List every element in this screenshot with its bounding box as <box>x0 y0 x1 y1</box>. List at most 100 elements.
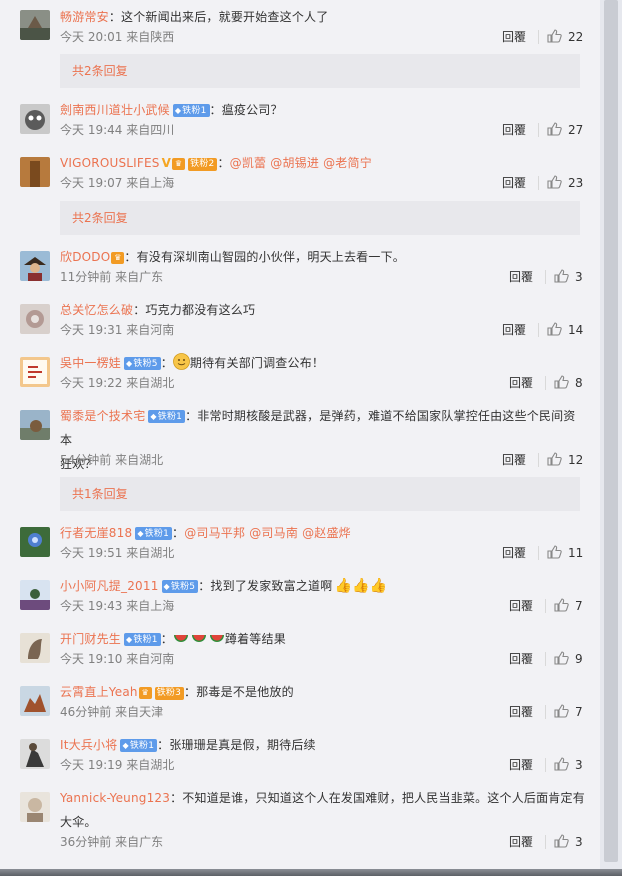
thumbs-up-icon <box>547 122 562 136</box>
like-button[interactable]: 14 <box>547 322 583 338</box>
reply-button[interactable]: 回覆 <box>509 651 533 667</box>
mention-link[interactable]: @胡锡进 <box>270 156 319 170</box>
fan-badge[interactable]: ◆铁粉5 <box>124 357 161 370</box>
comment-text: ：这个新闻出来后，就要开始查这个人了 <box>108 10 329 24</box>
replies-toggle[interactable]: 共2条回复 <box>60 54 580 88</box>
reply-button[interactable]: 回覆 <box>509 757 533 773</box>
like-count: 27 <box>568 123 584 137</box>
fan-badge[interactable]: ◆铁粉1 <box>148 410 186 423</box>
thumbs-up-icon <box>547 322 562 336</box>
fan-badge[interactable]: ◆铁粉5 <box>161 580 199 593</box>
mention-link[interactable]: @司马平邦 <box>184 526 245 540</box>
action-divider <box>545 705 546 719</box>
comment-username[interactable]: 吳中一楞娃 <box>60 356 121 370</box>
replies-toggle[interactable]: 共1条回复 <box>60 477 580 511</box>
action-divider <box>538 546 539 560</box>
comment-meta: 今天 19:31 来自河南 <box>60 323 175 337</box>
reply-button[interactable]: 回覆 <box>509 269 533 285</box>
like-count: 3 <box>575 758 583 772</box>
reply-button[interactable]: 回覆 <box>509 834 533 850</box>
avatar[interactable] <box>20 633 50 663</box>
reply-button[interactable]: 回覆 <box>509 598 533 614</box>
comment-username[interactable]: 劍南西川道壮小武候 <box>60 103 170 117</box>
reply-button[interactable]: 回覆 <box>502 545 526 561</box>
avatar[interactable] <box>20 357 50 387</box>
like-button[interactable]: 7 <box>554 704 583 720</box>
reply-button[interactable]: 回覆 <box>502 452 526 468</box>
avatar[interactable] <box>20 410 50 440</box>
thumbs-up-icon <box>547 175 562 189</box>
avatar[interactable] <box>20 739 50 769</box>
avatar[interactable] <box>20 792 50 822</box>
action-divider <box>545 270 546 284</box>
reply-button[interactable]: 回覆 <box>502 322 526 338</box>
like-count: 11 <box>568 546 584 560</box>
like-button[interactable]: 23 <box>547 175 583 191</box>
diamond-icon: ◆ <box>137 529 144 538</box>
avatar[interactable] <box>20 527 50 557</box>
like-button[interactable]: 11 <box>547 545 583 561</box>
comment-username[interactable]: 总关忆怎么破 <box>60 303 133 317</box>
replies-toggle[interactable]: 共2条回复 <box>60 201 580 235</box>
like-button[interactable]: 12 <box>547 452 583 468</box>
fan-badge[interactable]: 铁粉2 <box>188 158 218 171</box>
action-divider <box>545 835 546 849</box>
mention-link[interactable]: @凯蕾 <box>230 156 267 170</box>
comment-username[interactable]: VIGOROUSLIFES <box>60 156 160 170</box>
reply-button[interactable]: 回覆 <box>509 704 533 720</box>
vertical-scrollbar[interactable] <box>600 0 622 876</box>
reply-button[interactable]: 回覆 <box>502 122 526 138</box>
comment-meta: 54分钟前 来自湖北 <box>60 453 164 467</box>
like-button[interactable]: 7 <box>554 598 583 614</box>
comment-text: ：有没有深圳南山智园的小伙伴，明天上去看一下。 <box>124 250 405 264</box>
fan-badge[interactable]: ◆铁粉1 <box>135 527 172 540</box>
crown-icon: ♛ <box>172 158 186 170</box>
reply-button[interactable]: 回覆 <box>502 29 526 45</box>
reply-button[interactable]: 回覆 <box>509 375 533 391</box>
colon-text: ： <box>160 632 173 646</box>
crown-icon: ♛ <box>111 252 125 264</box>
comment-username[interactable]: 欣DODO <box>60 250 110 264</box>
reply-button[interactable]: 回覆 <box>502 175 526 191</box>
mention-link[interactable]: @司马南 <box>249 526 298 540</box>
avatar[interactable] <box>20 251 50 281</box>
avatar[interactable] <box>20 304 50 334</box>
like-button[interactable]: 27 <box>547 122 583 138</box>
avatar[interactable] <box>20 10 50 40</box>
fan-badge[interactable]: ◆铁粉1 <box>124 633 161 646</box>
mention-link[interactable]: @老简宁 <box>323 156 372 170</box>
diamond-icon: ◆ <box>126 635 133 644</box>
fan-badge[interactable]: ◆铁粉1 <box>120 739 158 752</box>
avatar[interactable] <box>20 686 50 716</box>
comment-username[interactable]: Yannick-Yeung123 <box>60 791 170 805</box>
comment-username[interactable]: 云霄直上Yeah <box>60 685 138 699</box>
avatar[interactable] <box>20 104 50 134</box>
thumbs-up-icon <box>547 452 562 466</box>
action-divider <box>545 758 546 772</box>
thumbs-up-icon <box>554 598 569 612</box>
comment-username[interactable]: 蜀黍是个技术宅 <box>60 409 145 423</box>
avatar[interactable] <box>20 580 50 610</box>
fan-badge[interactable]: ◆铁粉1 <box>172 104 210 117</box>
like-button[interactable]: 9 <box>554 651 583 667</box>
like-count: 7 <box>575 705 583 719</box>
avatar[interactable] <box>20 157 50 187</box>
like-button[interactable]: 3 <box>554 834 583 850</box>
fan-badge[interactable]: 铁粉3 <box>154 687 185 700</box>
thumbs-up-icon <box>554 269 569 283</box>
scrollbar-thumb[interactable] <box>604 0 618 862</box>
thumbs-up-icon <box>547 545 562 559</box>
comment-username[interactable]: It大兵小将 <box>60 738 117 752</box>
action-divider <box>538 123 539 137</box>
like-button[interactable]: 22 <box>547 29 583 45</box>
comment-username[interactable]: 开门财先生 <box>60 632 121 646</box>
like-button[interactable]: 3 <box>554 757 583 773</box>
comment-username[interactable]: 畅游常安 <box>60 10 109 24</box>
like-button[interactable]: 8 <box>554 375 583 391</box>
comment-text: ：巧克力都没有这么巧 <box>133 303 256 317</box>
comment-username[interactable]: 小小阿凡提_2011 <box>60 579 159 593</box>
like-button[interactable]: 3 <box>554 269 583 285</box>
comment-meta: 今天 19:51 来自湖北 <box>60 546 175 560</box>
comment-username[interactable]: 行者无崖818 <box>60 526 132 540</box>
mention-link[interactable]: @赵盛烨 <box>302 526 351 540</box>
